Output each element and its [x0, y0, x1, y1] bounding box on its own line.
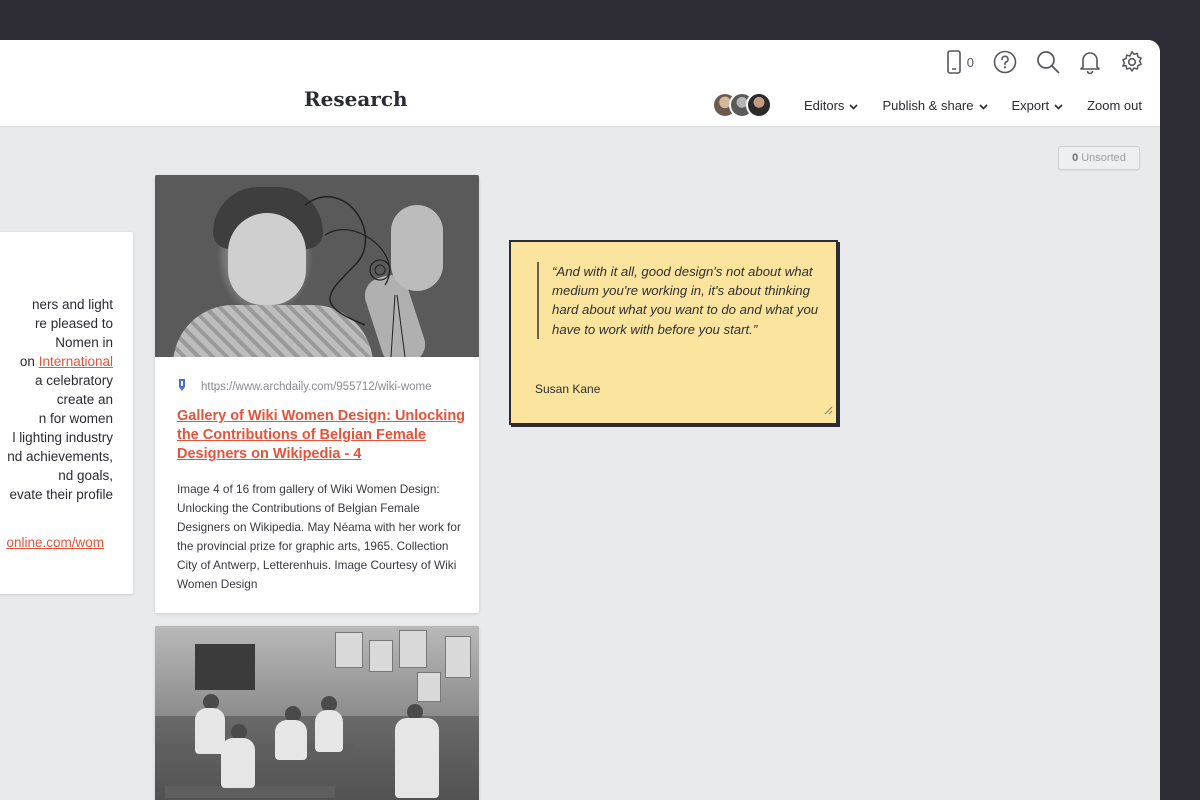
search-button[interactable]: [1036, 50, 1060, 74]
text-line: nd goals,: [58, 468, 113, 483]
help-icon: [993, 50, 1017, 74]
text-line: re pleased to: [34, 316, 113, 331]
link-title[interactable]: Gallery of Wiki Women Design: Unlocking …: [177, 407, 467, 464]
text-line: evate their profile: [9, 487, 113, 502]
note-quote: “And with it all, good design's not abou…: [537, 262, 832, 339]
text-card-body: ners and light re pleased to Nomen in on…: [0, 295, 113, 504]
text-line: a celebratory: [34, 373, 113, 388]
bell-icon: [1079, 50, 1101, 74]
quote-note[interactable]: “And with it all, good design's not abou…: [509, 240, 838, 425]
classroom-image: [155, 626, 479, 800]
unsorted-label: Unsorted: [1081, 152, 1126, 164]
link-url: https://www.archdaily.com/955712/wiki-wo…: [201, 380, 432, 393]
top-toolbar: 0: [946, 49, 1144, 75]
header-menu: Editors Publish & share Export Zoom out: [711, 92, 1142, 118]
page-title: Research: [304, 87, 408, 111]
board-header: Research 0 Editors Publish & share Expor…: [0, 40, 1160, 127]
image-shape: [335, 632, 363, 668]
search-icon: [1036, 50, 1060, 74]
text-line: create an: [56, 392, 113, 407]
gear-icon: [1120, 50, 1144, 74]
editor-avatars[interactable]: [711, 92, 772, 118]
editors-label: Editors: [803, 97, 845, 113]
text-card-url-link[interactable]: online.com/wom: [0, 535, 104, 550]
image-scribbles: [304, 196, 406, 357]
editors-menu[interactable]: Editors: [803, 97, 859, 113]
text-line: n for women: [38, 411, 113, 426]
link-card[interactable]: https://www.archdaily.com/955712/wiki-wo…: [155, 175, 479, 613]
unsorted-button[interactable]: 0 Unsorted: [1058, 146, 1140, 170]
mobile-devices-button[interactable]: 0: [946, 50, 974, 74]
zoom-out-button[interactable]: Zoom out: [1087, 98, 1142, 113]
notifications-button[interactable]: [1079, 50, 1101, 74]
image-shape: [195, 644, 255, 690]
app-window: Research 0 Editors Publish & share Expor…: [0, 40, 1160, 800]
text-card[interactable]: ners and light re pleased to Nomen in on…: [0, 232, 133, 594]
image-shape: [315, 710, 343, 752]
export-label: Export: [1011, 97, 1050, 113]
inline-link[interactable]: International: [39, 354, 113, 369]
resize-handle-icon[interactable]: [824, 402, 833, 420]
favicon-icon: [177, 378, 201, 395]
chevron-down-icon: [978, 98, 988, 113]
image-shape: [445, 636, 471, 678]
image-shape: [369, 640, 393, 672]
mobile-device-icon: [946, 50, 961, 74]
link-source: https://www.archdaily.com/955712/wiki-wo…: [177, 378, 432, 395]
link-card-image: [155, 175, 479, 357]
device-count: 0: [966, 54, 974, 70]
chevron-down-icon: [1054, 98, 1063, 113]
text-line: l lighting industry: [12, 430, 113, 445]
image-card[interactable]: [155, 626, 479, 800]
link-description: Image 4 of 16 from gallery of Wiki Women…: [177, 482, 461, 591]
note-author: Susan Kane: [535, 382, 601, 396]
image-shape: [417, 672, 441, 702]
export-menu[interactable]: Export: [1012, 98, 1064, 113]
image-shape: [275, 720, 307, 760]
help-button[interactable]: [993, 50, 1017, 74]
publish-share-menu[interactable]: Publish & share: [882, 97, 988, 113]
text-line: Nomen in: [55, 335, 113, 350]
image-shape: [399, 630, 427, 668]
image-shape: [395, 718, 439, 798]
text-line: nd achievements,: [7, 449, 113, 464]
settings-button[interactable]: [1120, 50, 1144, 74]
text-line: on: [19, 354, 39, 369]
publish-share-label: Publish & share: [882, 97, 974, 113]
chevron-down-icon: [849, 98, 859, 113]
unsorted-count: 0: [1072, 152, 1079, 164]
text-line: ners and light: [31, 297, 113, 312]
image-shape: [221, 738, 255, 788]
avatar: [745, 92, 772, 118]
